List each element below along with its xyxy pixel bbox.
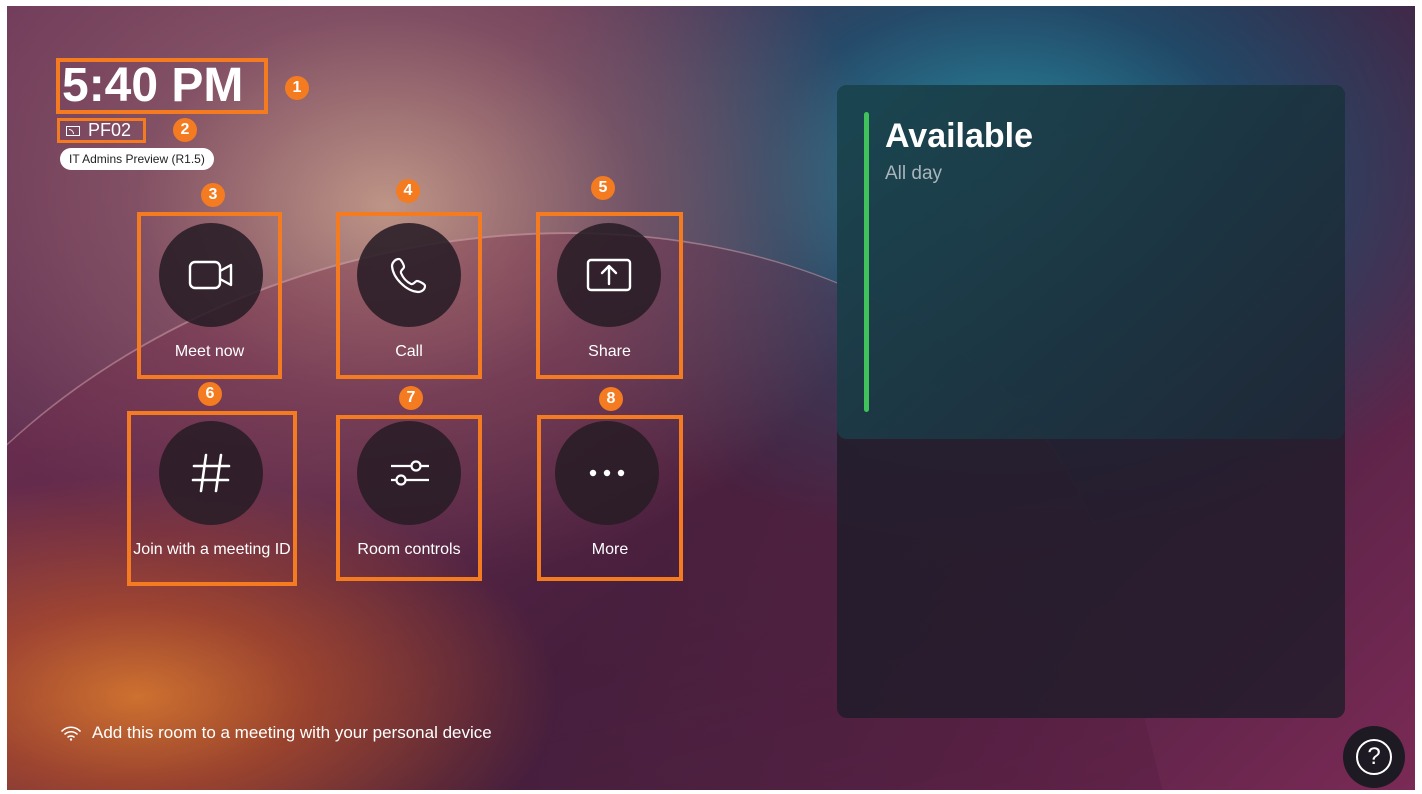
calendar-panel: Available All day xyxy=(837,85,1345,718)
join-id-circle xyxy=(159,421,263,525)
share-label: Share xyxy=(588,343,631,360)
call-label: Call xyxy=(395,343,423,360)
callout-badge-6: 6 xyxy=(198,382,222,406)
callout-badge-5: 5 xyxy=(591,176,615,200)
meet-now-button[interactable]: Meet now xyxy=(137,212,282,379)
room-name: PF02 xyxy=(57,118,146,143)
callout-badge-4: 4 xyxy=(396,179,420,203)
help-button[interactable]: ? xyxy=(1343,726,1405,788)
room-controls-circle xyxy=(357,421,461,525)
join-with-meeting-id-button[interactable]: Join with a meeting ID xyxy=(127,411,297,586)
proximity-join-hint: Add this room to a meeting with your per… xyxy=(60,723,492,743)
availability-status: Available xyxy=(885,117,1034,155)
room-name-label: PF02 xyxy=(88,120,132,140)
more-label: More xyxy=(591,541,629,558)
hashtag-icon xyxy=(191,453,231,493)
more-circle xyxy=(555,421,659,525)
call-circle xyxy=(357,223,461,327)
callout-badge-7: 7 xyxy=(399,386,423,410)
meet-now-label: Meet now xyxy=(174,343,245,360)
sliders-icon xyxy=(391,460,429,486)
cast-screen-icon xyxy=(66,125,80,136)
join-id-label: Join with a meeting ID xyxy=(133,541,291,558)
room-controls-button[interactable]: Room controls xyxy=(336,415,482,581)
share-button[interactable]: Share xyxy=(536,212,683,379)
meet-now-circle xyxy=(159,223,263,327)
more-button[interactable]: More xyxy=(537,415,683,581)
share-circle xyxy=(557,223,661,327)
availability-status-bar xyxy=(864,112,869,412)
video-camera-icon xyxy=(188,260,233,290)
availability-card[interactable]: Available All day xyxy=(837,85,1345,439)
call-button[interactable]: Call xyxy=(336,212,482,379)
phone-icon xyxy=(390,257,427,294)
wifi-icon xyxy=(61,726,81,741)
help-icon: ? xyxy=(1356,739,1392,775)
room-controls-label: Room controls xyxy=(357,541,461,558)
version-badge: IT Admins Preview (R1.5) xyxy=(60,148,214,170)
proximity-join-text: Add this room to a meeting with your per… xyxy=(92,723,492,742)
callout-badge-2: 2 xyxy=(173,118,197,142)
availability-subtitle: All day xyxy=(885,163,943,184)
more-dots-icon xyxy=(589,469,625,477)
callout-badge-1: 1 xyxy=(285,76,309,100)
clock-time: 5:40 PM xyxy=(56,58,268,114)
callout-badge-8: 8 xyxy=(599,387,623,411)
share-screen-icon xyxy=(586,258,632,292)
callout-badge-3: 3 xyxy=(201,183,225,207)
